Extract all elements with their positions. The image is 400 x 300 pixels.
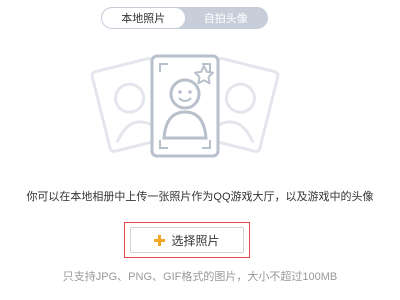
format-hint: 只支持JPG、PNG、GIF格式的图片，大小不超过100MB xyxy=(62,271,338,283)
tab-local-photo-label: 本地照片 xyxy=(121,13,166,25)
tab-selfie-avatar-label: 自拍头像 xyxy=(203,13,248,25)
choose-photo-label: 选择照片 xyxy=(171,233,220,248)
choose-photo-button-inner[interactable]: 选择照片 xyxy=(130,227,244,253)
photo-illustration xyxy=(90,54,280,158)
plus-icon xyxy=(154,234,166,246)
avatar-upload-panel: 本地照片 自拍头像 你可以在本地相册中上传一张照片作为QQ游戏大厅，以及游戏中的… xyxy=(0,0,400,300)
tab-selfie-avatar[interactable]: 自拍头像 xyxy=(185,8,268,28)
upload-description: 你可以在本地相册中上传一张照片作为QQ游戏大厅，以及游戏中的头像 xyxy=(26,191,374,203)
tab-local-photo[interactable]: 本地照片 xyxy=(102,8,185,28)
source-tab-switch: 本地照片 自拍头像 xyxy=(101,7,268,29)
choose-photo-button[interactable]: 选择照片 xyxy=(124,222,250,258)
